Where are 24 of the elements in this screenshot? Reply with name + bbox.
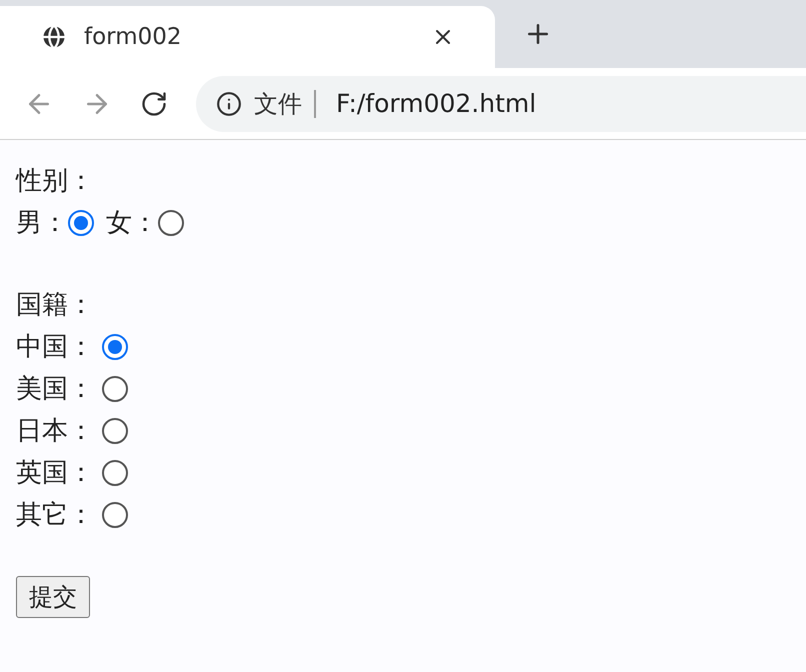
option-label: 美国：	[16, 373, 94, 406]
group-heading: 性别：	[16, 165, 95, 198]
option-label: 女：	[106, 207, 158, 240]
option-label: 其它：	[16, 499, 94, 532]
radio-button[interactable]	[102, 502, 128, 528]
radio-button[interactable]	[102, 334, 128, 360]
info-icon	[216, 90, 242, 116]
url-text: F:/form002.html	[335, 88, 536, 120]
tab-title: form002	[84, 22, 183, 52]
radio-button[interactable]	[68, 210, 94, 236]
option-label: 男：	[16, 207, 68, 240]
browser-tab[interactable]: form002	[0, 6, 495, 68]
radio-button[interactable]	[102, 376, 128, 402]
option-label: 英国：	[16, 457, 94, 490]
reload-icon[interactable]	[140, 90, 168, 118]
group-heading: 国籍：	[16, 289, 95, 322]
option-label: 中国：	[16, 331, 94, 364]
option-label: 日本：	[16, 415, 94, 448]
radio-button[interactable]	[102, 460, 128, 486]
address-bar[interactable]: 文件 F:/form002.html	[196, 76, 806, 132]
radio-button[interactable]	[158, 210, 184, 236]
submit-button[interactable]: 提交	[16, 576, 90, 618]
radio-button[interactable]	[102, 418, 128, 444]
security-label: 文件	[254, 90, 316, 118]
